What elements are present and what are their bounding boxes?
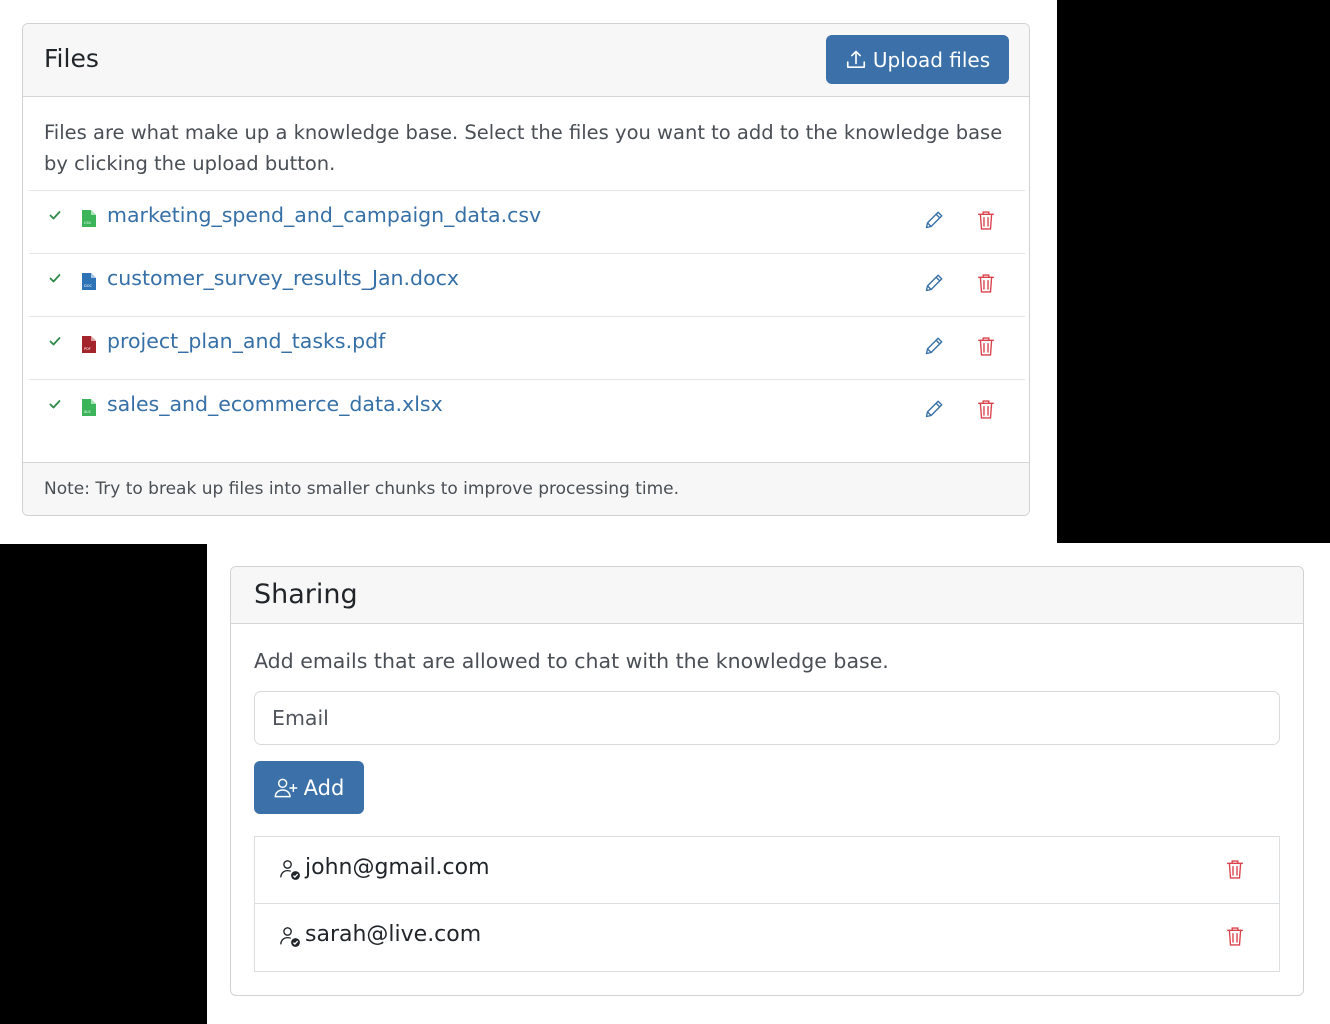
files-title: Files <box>44 44 99 73</box>
black-background-bottom-left <box>0 544 207 1024</box>
pdf-file-icon: PDF <box>82 336 96 353</box>
files-card-footer: Note: Try to break up files into smaller… <box>23 462 1029 515</box>
file-link[interactable]: marketing_spend_and_campaign_data.csv <box>107 203 541 227</box>
check-icon <box>49 400 61 409</box>
sharing-description: Add emails that are allowed to chat with… <box>254 649 889 673</box>
email-address: sarah@live.com <box>305 922 482 947</box>
email-address: john@gmail.com <box>305 855 490 880</box>
upload-files-label: Upload files <box>872 47 991 72</box>
pencil-icon[interactable] <box>924 210 944 230</box>
files-card: Files Upload files Files are what make u… <box>22 23 1030 516</box>
trash-icon[interactable] <box>977 336 995 357</box>
check-icon <box>49 274 61 283</box>
svg-text:XLS: XLS <box>84 410 91 414</box>
add-email-button[interactable]: Add <box>254 761 364 814</box>
trash-icon[interactable] <box>977 273 995 294</box>
file-link[interactable]: sales_and_ecommerce_data.xlsx <box>107 392 443 416</box>
file-row: CSV marketing_spend_and_campaign_data.cs… <box>29 190 1025 253</box>
files-card-header: Files Upload files <box>23 24 1029 97</box>
trash-icon[interactable] <box>1226 859 1244 880</box>
svg-text:CSV: CSV <box>84 221 92 225</box>
file-link[interactable]: customer_survey_results_Jan.docx <box>107 266 459 290</box>
list-item: sarah@live.com <box>254 904 1280 972</box>
csv-file-icon: CSV <box>82 210 96 227</box>
file-row: XLS sales_and_ecommerce_data.xlsx <box>29 379 1025 442</box>
files-description: Files are what make up a knowledge base.… <box>44 121 1003 175</box>
trash-icon[interactable] <box>977 210 995 231</box>
svg-text:PDF: PDF <box>84 347 91 351</box>
check-icon <box>49 211 61 220</box>
file-row: PDF project_plan_and_tasks.pdf <box>29 316 1025 379</box>
upload-files-button[interactable]: Upload files <box>826 35 1009 84</box>
list-item: john@gmail.com <box>254 836 1280 904</box>
person-check-icon <box>280 860 300 880</box>
files-note: Note: Try to break up files into smaller… <box>44 479 680 499</box>
sharing-card-header: Sharing <box>231 567 1303 624</box>
check-icon <box>49 337 61 346</box>
email-input[interactable] <box>254 691 1280 745</box>
email-list: john@gmail.com sarah@live.com <box>254 836 1280 972</box>
add-button-label: Add <box>303 775 345 800</box>
pencil-icon[interactable] <box>924 336 944 356</box>
trash-icon[interactable] <box>1226 926 1244 947</box>
upload-icon <box>846 50 865 68</box>
file-link[interactable]: project_plan_and_tasks.pdf <box>107 329 385 353</box>
black-background-top-right <box>1057 0 1330 543</box>
pencil-icon[interactable] <box>924 399 944 419</box>
pencil-icon[interactable] <box>924 273 944 293</box>
trash-icon[interactable] <box>977 399 995 420</box>
sharing-card: Sharing Add emails that are allowed to c… <box>230 566 1304 996</box>
file-list: CSV marketing_spend_and_campaign_data.cs… <box>29 190 1025 442</box>
xlsx-file-icon: XLS <box>82 399 96 416</box>
svg-text:DOC: DOC <box>84 284 92 288</box>
sharing-title: Sharing <box>254 579 358 610</box>
docx-file-icon: DOC <box>82 273 96 290</box>
file-row: DOC customer_survey_results_Jan.docx <box>29 253 1025 316</box>
person-check-icon <box>280 927 300 947</box>
person-plus-icon <box>274 778 298 797</box>
